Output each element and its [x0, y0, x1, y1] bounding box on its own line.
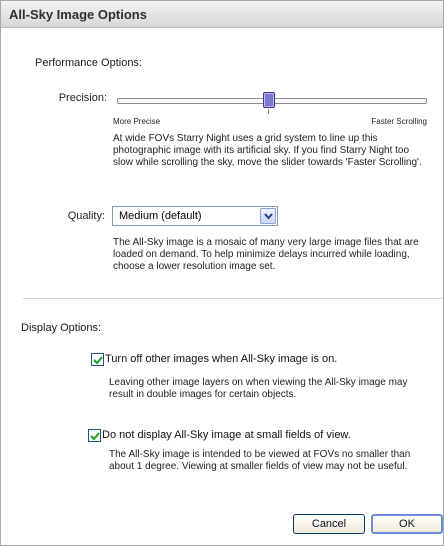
precision-slider-thumb[interactable] — [263, 92, 275, 108]
small-fov-checkbox[interactable] — [88, 429, 101, 442]
slider-right-label: Faster Scrolling — [371, 117, 427, 126]
turn-off-other-images-checkbox[interactable] — [91, 353, 104, 366]
small-fov-description: The All-Sky image is intended to be view… — [109, 449, 411, 472]
ok-button[interactable]: OK — [371, 514, 443, 534]
precision-description: At wide FOVs Starry Night uses a grid sy… — [113, 133, 422, 168]
slider-left-label: More Precise — [113, 117, 161, 126]
display-options-heading: Display Options: — [21, 322, 102, 334]
quality-select[interactable]: Medium (default) — [112, 206, 278, 226]
performance-options-heading: Performance Options: — [35, 57, 142, 69]
quality-selected-value: Medium (default) — [119, 210, 202, 222]
window-title: All-Sky Image Options — [9, 7, 147, 22]
turn-off-other-images-label[interactable]: Turn off other images when All-Sky image… — [105, 353, 337, 365]
title-bar[interactable]: All-Sky Image Options — [1, 1, 443, 28]
all-sky-image-options-dialog: All-Sky Image Options Performance Option… — [0, 0, 444, 546]
precision-label: Precision: — [58, 92, 107, 104]
checkmark-icon — [90, 432, 100, 441]
checkmark-icon — [93, 356, 103, 365]
chevron-down-icon[interactable] — [260, 208, 276, 224]
small-fov-label[interactable]: Do not display All-Sky image at small fi… — [102, 429, 351, 441]
precision-slider-tick — [268, 109, 269, 114]
quality-description: The All-Sky image is a mosaic of many ve… — [113, 237, 419, 272]
quality-label: Quality: — [67, 210, 105, 222]
cancel-button[interactable]: Cancel — [293, 514, 365, 534]
section-divider — [23, 298, 443, 299]
turn-off-other-images-description: Leaving other image layers on when viewi… — [109, 377, 408, 400]
